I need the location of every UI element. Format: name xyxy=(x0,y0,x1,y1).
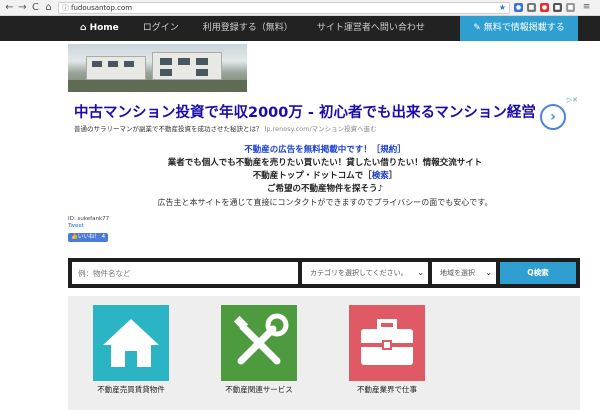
extension-icon[interactable]: ■ xyxy=(527,3,536,12)
extension-icon[interactable]: ● xyxy=(514,3,523,12)
home-nav-icon: ⌂ xyxy=(80,23,90,33)
area-select-value: 地域を選択 xyxy=(440,269,475,277)
address-text: fudousantop.com xyxy=(71,4,133,12)
notice-privacy: 広告主と本サイトを通じて直接にコンタクトができますのでプライバシーの面でも安心で… xyxy=(157,198,493,207)
category-label[interactable]: 不動産関連サービス xyxy=(209,384,309,395)
chevron-down-icon: ⌄ xyxy=(485,268,492,277)
notice-line3-end: ］ xyxy=(388,171,398,181)
nav-contact[interactable]: サイト運営者へ問い合わせ xyxy=(305,16,437,41)
tools-icon[interactable] xyxy=(221,305,297,381)
notice-line3-text: 不動産トップ・ドットコムで［ xyxy=(252,171,372,181)
notice-line1-text: 不動産の広告を無料掲載中です！［ xyxy=(244,145,381,155)
address-bar[interactable]: ⓘ fudousantop.com ★ xyxy=(58,2,510,14)
like-label: いいね！ 4 xyxy=(77,234,106,240)
ad-description-text: 普通のサラリーマンが副業で不動産投資を成功させた秘訣とは？ xyxy=(74,125,265,133)
tweet-link[interactable]: Tweet xyxy=(68,223,109,230)
post-listing-button[interactable]: ✎ 無料で情報掲載する xyxy=(460,16,578,41)
search-bar: カテゴリを選択してください。 ⌄ 地域を選択 ⌄ Q検索 xyxy=(68,258,580,288)
reload-button[interactable]: C xyxy=(29,1,42,15)
extension-icon[interactable]: ■ xyxy=(566,3,575,12)
nav-home[interactable]: ⌂ Home xyxy=(0,16,131,41)
browser-toolbar: ← → C ⌂ ⓘ fudousantop.com ★ ● ■ ● ■ ■ ≡ xyxy=(0,0,600,16)
terms-link[interactable]: 規約 xyxy=(380,145,397,155)
home-icon[interactable]: ⌂ xyxy=(42,1,55,15)
area-select[interactable]: 地域を選択 ⌄ xyxy=(432,262,496,284)
category-jobs[interactable]: 不動産業界で仕事 xyxy=(337,305,437,395)
back-button[interactable]: ← xyxy=(3,1,16,15)
briefcase-icon[interactable] xyxy=(349,305,425,381)
notice-search-line: 不動産トップ・ドットコムで［検索］ xyxy=(70,170,580,183)
ad-title[interactable]: 中古マンション投資で年収2000万 - 初心者でも出来るマンション経営 xyxy=(74,101,536,122)
site-navigation: ⌂ Home ログイン 利用登録する（無料） サイト運営者へ問い合わせ ✎ 無料… xyxy=(0,16,600,41)
ad-description: 普通のサラリーマンが副業で不動産投資を成功させた秘訣とは？ lp.renosy.… xyxy=(74,123,377,133)
search-input[interactable] xyxy=(72,262,298,284)
search-link[interactable]: 検索 xyxy=(372,171,389,181)
category-sale-rent[interactable]: 不動産売買賃貸物件 xyxy=(81,305,181,395)
category-label[interactable]: 不動産売買賃貸物件 xyxy=(81,384,181,395)
post-listing-label: 無料で情報掲載する xyxy=(483,23,565,33)
notice-find-property: ご希望の不動産物件を探そう♪ xyxy=(267,184,383,194)
like-button[interactable]: 👍いいね！ 4 xyxy=(68,233,108,242)
forward-button[interactable]: → xyxy=(16,1,29,15)
site-notice: 不動産の広告を無料掲載中です！［規約］ 業者でも個人でも不動産を売りたい買いたい… xyxy=(70,144,580,209)
nav-home-label: Home xyxy=(89,23,119,33)
ad-url[interactable]: lp.renosy.com/マンション投資へ進む xyxy=(265,125,377,133)
notice-free-listing: 不動産の広告を無料掲載中です！［規約］ xyxy=(70,144,580,157)
hero-photo xyxy=(68,44,247,92)
notice-line1-end: ］ xyxy=(397,145,406,155)
page-info-icon[interactable]: ⓘ xyxy=(62,3,69,13)
bookmark-star-icon[interactable]: ★ xyxy=(499,3,506,13)
nav-login[interactable]: ログイン xyxy=(131,16,191,41)
ad-choices-icon[interactable]: ▷✕ xyxy=(567,96,578,104)
house-icon[interactable] xyxy=(93,305,169,381)
thumbs-up-icon: 👍 xyxy=(71,234,78,240)
edit-icon: ✎ xyxy=(473,23,484,33)
ad-banner[interactable]: 中古マンション投資で年収2000万 - 初心者でも出来るマンション経営 普通のサ… xyxy=(68,96,580,140)
chevron-down-icon: ⌄ xyxy=(417,268,424,277)
category-panel: 不動産売買賃貸物件 不動産関連サービス 不動産業界で仕事 xyxy=(68,296,580,410)
notice-tagline: 業者でも個人でも不動産を売りたい買いたい！貸したい借りたい！情報交流サイト xyxy=(167,158,483,168)
chevron-right-icon[interactable]: › xyxy=(540,104,566,130)
extension-icon[interactable]: ■ xyxy=(553,3,562,12)
menu-icon[interactable]: ≡ xyxy=(582,3,591,12)
category-select-value: カテゴリを選択してください。 xyxy=(310,269,408,277)
extension-icon[interactable]: ● xyxy=(540,3,549,12)
search-button[interactable]: Q検索 xyxy=(500,262,576,284)
category-services[interactable]: 不動産関連サービス xyxy=(209,305,309,395)
user-id: ID: sukefank77 xyxy=(68,216,110,222)
nav-register[interactable]: 利用登録する（無料） xyxy=(191,16,305,41)
category-select[interactable]: カテゴリを選択してください。 ⌄ xyxy=(302,262,428,284)
user-meta: ID: sukefank77 Tweet xyxy=(68,216,109,230)
category-label[interactable]: 不動産業界で仕事 xyxy=(337,384,437,395)
